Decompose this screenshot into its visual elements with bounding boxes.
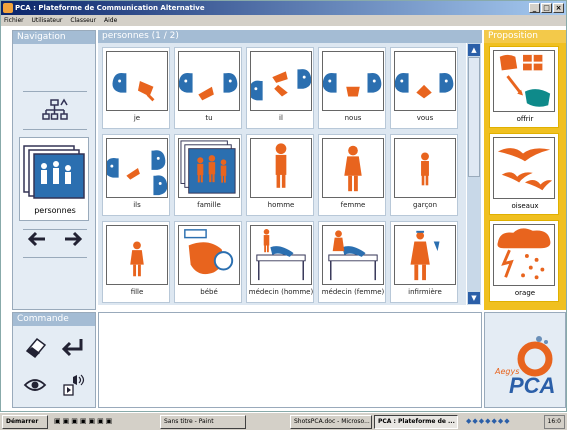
symbol-cell[interactable]: je [102,47,170,129]
proposition-panel: Proposition offrir oiseaux orage [484,30,566,310]
femme-icon [322,138,384,198]
symbol-cell[interactable]: famille [174,134,242,216]
offrir-icon [493,50,555,112]
fille-icon [106,225,168,285]
symbol-cell[interactable]: ils [102,134,170,216]
symbol-cell[interactable]: fille [102,221,170,303]
proposition-item[interactable]: offrir [489,46,559,128]
symbol-cell[interactable]: femme [318,134,386,216]
infirmiere-icon [394,225,456,285]
symbol-label: fille [130,288,144,296]
symbol-label: médecin (femme) [321,288,385,296]
grid-scrollbar[interactable]: ▲ ▼ [467,43,481,305]
proposition-item[interactable]: oiseaux [489,133,559,215]
logo-swirl-icon [517,336,553,377]
start-button[interactable]: Démarrer [2,415,48,429]
quick-launch-icons[interactable]: ▣▣▣▣▣▣▣ [54,417,114,425]
tu-icon [178,51,240,111]
navigation-panel: Navigation personnes [12,30,96,310]
symbol-label: je [133,114,141,122]
proposition-label: oiseaux [511,202,539,210]
symbol-cell[interactable]: bébé [174,221,242,303]
symbol-label: bébé [200,288,218,296]
symbol-cell[interactable]: médecin (homme) [246,221,314,303]
symbol-label: vous [416,114,434,122]
window-title: PCA : Plateforme de Communication Altern… [15,4,205,12]
proposition-label: offrir [516,115,534,123]
symbol-cell[interactable]: homme [246,134,314,216]
menu-fichier[interactable]: Fichier [4,17,24,24]
proposition-item[interactable]: orage [489,220,559,302]
famille-icon [178,138,240,198]
ils-icon [106,138,168,198]
eye-icon[interactable] [23,375,47,395]
proposition-label: orage [514,289,536,297]
symbol-label: infirmière [408,288,442,296]
symbol-cell[interactable]: médecin (femme) [318,221,386,303]
symbol-cell[interactable]: nous [318,47,386,129]
je-icon [106,51,168,111]
taskbar-item-paint[interactable]: Sans titre - Paint [160,415,246,429]
symbol-cell[interactable]: infirmière [390,221,458,303]
symbol-label: ils [133,201,141,209]
current-folder-label: personnes [34,206,76,215]
scroll-down-icon[interactable]: ▼ [468,292,480,304]
proposition-title: Proposition [484,30,566,43]
message-area[interactable] [98,312,482,408]
homme-icon [250,138,312,198]
previous-arrow-icon[interactable] [25,227,49,251]
commande-title: Commande [13,313,95,326]
garcon-icon [394,138,456,198]
taskbar: Démarrer ▣▣▣▣▣▣▣ Sans titre - Paint Shot… [0,412,567,430]
clock: 16:0 [543,415,565,429]
symbol-label: médecin (homme) [248,288,314,296]
next-arrow-icon[interactable] [61,227,85,251]
commande-panel: Commande [12,312,96,408]
minimize-button[interactable]: _ [529,3,540,13]
hierarchy-up-icon[interactable] [41,97,69,125]
symbol-label: il [279,114,283,122]
symbol-label: garçon [412,201,438,209]
app-icon [3,3,13,13]
symbol-label: femme [340,201,366,209]
maximize-button[interactable]: □ [541,3,552,13]
symbol-grid: je tu il nous vous ils famille homme femme garçon… [98,43,466,305]
symbol-cell[interactable]: garçon [390,134,458,216]
vous-icon [394,51,456,111]
symbol-cell[interactable]: il [246,47,314,129]
menu-bar: Fichier Utilisateur Classeur Aide [1,15,566,26]
symbol-label: nous [344,114,362,122]
il-icon [250,51,312,111]
medecin-homme-icon [250,225,312,285]
system-tray-icons[interactable]: ◆◆◆◆◆◆◆ [466,417,511,425]
orage-icon [493,224,555,286]
symbol-label: famille [197,201,221,209]
navigation-title: Navigation [13,31,95,44]
enter-icon[interactable] [59,335,85,359]
oiseaux-icon [493,137,555,199]
taskbar-item-pca[interactable]: PCA : Plateforme de ... [374,415,458,429]
menu-classeur[interactable]: Classeur [70,17,96,24]
scroll-up-icon[interactable]: ▲ [468,44,480,56]
scroll-thumb[interactable] [468,57,480,177]
menu-aide[interactable]: Aide [104,17,117,24]
medecin-femme-icon [322,225,384,285]
symbol-cell[interactable]: vous [390,47,458,129]
symbol-cell[interactable]: tu [174,47,242,129]
eraser-icon[interactable] [23,335,47,359]
current-folder-tile[interactable]: personnes [19,137,89,221]
close-button[interactable]: × [553,3,564,13]
nous-icon [322,51,384,111]
title-bar: PCA : Plateforme de Communication Altern… [1,1,566,15]
symbol-label: tu [205,114,213,122]
menu-utilisateur[interactable]: Utilisateur [32,17,63,24]
taskbar-item-word[interactable]: ShotsPCA.doc - Microso... [290,415,372,429]
aegys-pca-logo: Aegys PCA [484,312,566,408]
folder-people-icon [23,145,85,199]
page-title: personnes (1 / 2) [98,30,482,43]
logo-big-text: PCA [509,373,556,398]
bebe-icon [178,225,240,285]
symbol-label: homme [267,201,295,209]
speaker-icon[interactable] [61,371,87,399]
